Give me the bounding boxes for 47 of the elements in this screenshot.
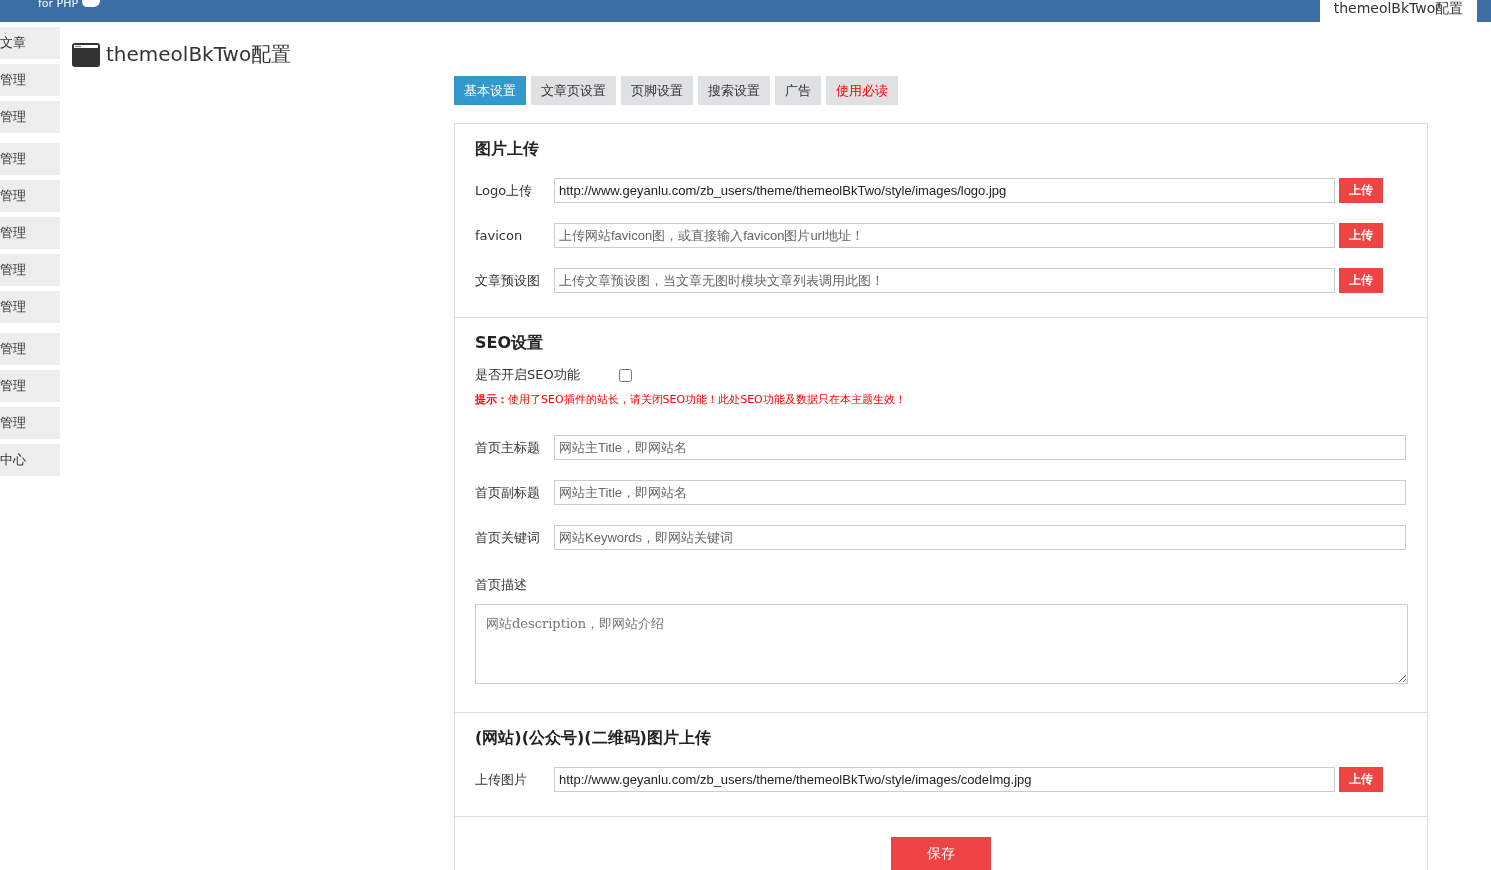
field-label: favicon xyxy=(475,228,524,243)
input-field[interactable]: 网站Keywords，即网站关键词 xyxy=(554,525,1406,550)
cloud-icon xyxy=(82,0,101,8)
hint-text: 提示：使用了SEO插件的站长，请关闭SEO功能！此处SEO功能及数据只在本主题生效！ xyxy=(475,392,907,407)
upload-button[interactable]: 上传 xyxy=(1339,767,1383,792)
field-label: Logo上传 xyxy=(475,181,534,200)
section-title: (网站)(公众号)(二维码)图片上传 xyxy=(475,728,712,749)
sidebar-item[interactable]: 管理 xyxy=(0,291,60,323)
field-label: 文章预设图 xyxy=(475,271,541,290)
input-field[interactable]: 上传网站favicon图，或直接输入favicon图片url地址！ xyxy=(554,223,1335,248)
checkbox-label: 是否开启SEO功能 xyxy=(475,366,581,384)
sidebar-item[interactable]: 管理 xyxy=(0,101,60,133)
sidebar-item[interactable]: 中心 xyxy=(0,444,60,476)
textarea-field[interactable]: 网站description，即网站介绍 xyxy=(475,604,1408,684)
sidebar-item[interactable]: 管理 xyxy=(0,143,60,175)
tab[interactable]: 页脚设置 xyxy=(621,76,693,105)
header-tab[interactable]: themeolBkTwo配置 xyxy=(1320,0,1477,22)
upload-button[interactable]: 上传 xyxy=(1339,223,1383,248)
field-label: 首页描述 xyxy=(475,576,528,594)
section-title: 图片上传 xyxy=(475,139,540,160)
tab[interactable]: 搜索设置 xyxy=(698,76,770,105)
input-field[interactable]: http://www.geyanlu.com/zb_users/theme/themeolBkTwo/style/images/codeImg.jpg xyxy=(554,767,1335,792)
sidebar-item[interactable]: 管理 xyxy=(0,333,60,365)
tab[interactable]: 文章页设置 xyxy=(531,76,616,105)
input-field[interactable]: 网站主Title，即网站名 xyxy=(554,435,1406,460)
upload-button[interactable]: 上传 xyxy=(1339,178,1383,203)
sidebar-item[interactable]: 管理 xyxy=(0,180,60,212)
checkbox[interactable] xyxy=(619,368,632,382)
field-label: 上传图片 xyxy=(475,770,528,789)
input-field[interactable]: 网站主Title，即网站名 xyxy=(554,480,1406,505)
sidebar-item[interactable]: 管理 xyxy=(0,217,60,249)
input-field[interactable]: http://www.geyanlu.com/zb_users/theme/themeolBkTwo/style/images/logo.jpg xyxy=(554,178,1335,203)
section-title: SEO设置 xyxy=(475,333,545,354)
window-icon xyxy=(72,42,100,67)
upload-button[interactable]: 上传 xyxy=(1339,268,1383,293)
field-label: 首页关键词 xyxy=(475,528,541,547)
input-field[interactable]: 上传文章预设图，当文章无图时模块文章列表调用此图！ xyxy=(554,268,1335,293)
field-label: 首页副标题 xyxy=(475,483,541,502)
tab[interactable]: 广告 xyxy=(775,76,821,105)
field-label: 首页主标题 xyxy=(475,438,541,457)
sidebar-item[interactable]: 管理 xyxy=(0,407,60,439)
sidebar-item[interactable]: 文章 xyxy=(0,27,60,59)
page-title: themeolBkTwo配置 xyxy=(106,41,292,68)
sidebar-item[interactable]: 管理 xyxy=(0,254,60,286)
save-button[interactable]: 保存 xyxy=(891,837,991,870)
sidebar-item[interactable]: 管理 xyxy=(0,370,60,402)
sidebar-item[interactable]: 管理 xyxy=(0,64,60,96)
